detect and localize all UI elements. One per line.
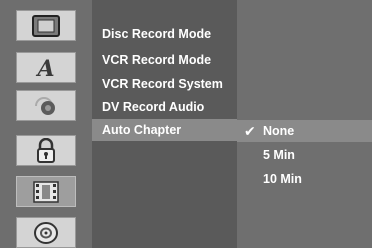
option-5-min[interactable]: 5 Min bbox=[237, 144, 372, 166]
option-10-min[interactable]: 10 Min bbox=[237, 168, 372, 190]
language-icon: A bbox=[35, 56, 54, 80]
display-settings-button[interactable] bbox=[16, 10, 76, 41]
display-icon bbox=[32, 14, 60, 37]
options-panel: ✔ None 5 Min 10 Min bbox=[237, 0, 372, 248]
audio-icon bbox=[35, 96, 55, 115]
option-label: 10 Min bbox=[263, 172, 302, 186]
menu-item-vcr-record-mode[interactable]: VCR Record Mode bbox=[92, 49, 237, 71]
lock-settings-button[interactable] bbox=[16, 135, 76, 166]
option-label: 5 Min bbox=[263, 148, 295, 162]
menu-item-vcr-record-system[interactable]: VCR Record System bbox=[92, 73, 237, 95]
settings-category-sidebar: A bbox=[0, 0, 92, 248]
record-settings-button[interactable] bbox=[16, 176, 76, 207]
menu-item-disc-record-mode[interactable]: Disc Record Mode bbox=[92, 23, 237, 45]
checkmark-icon: ✔ bbox=[244, 123, 256, 139]
svg-text:A: A bbox=[35, 56, 54, 80]
record-icon bbox=[33, 180, 59, 203]
disc-settings-button[interactable] bbox=[16, 217, 76, 248]
menu-item-auto-chapter[interactable]: Auto Chapter bbox=[92, 119, 237, 141]
disc-icon bbox=[34, 221, 58, 244]
menu-item-dv-record-audio[interactable]: DV Record Audio bbox=[92, 96, 237, 118]
option-label: None bbox=[263, 124, 295, 138]
language-settings-button[interactable]: A bbox=[16, 52, 76, 83]
lock-icon bbox=[37, 137, 55, 163]
option-none[interactable]: ✔ None bbox=[237, 120, 372, 142]
settings-menu: Disc Record Mode VCR Record Mode VCR Rec… bbox=[92, 0, 237, 248]
audio-settings-button[interactable] bbox=[16, 90, 76, 121]
